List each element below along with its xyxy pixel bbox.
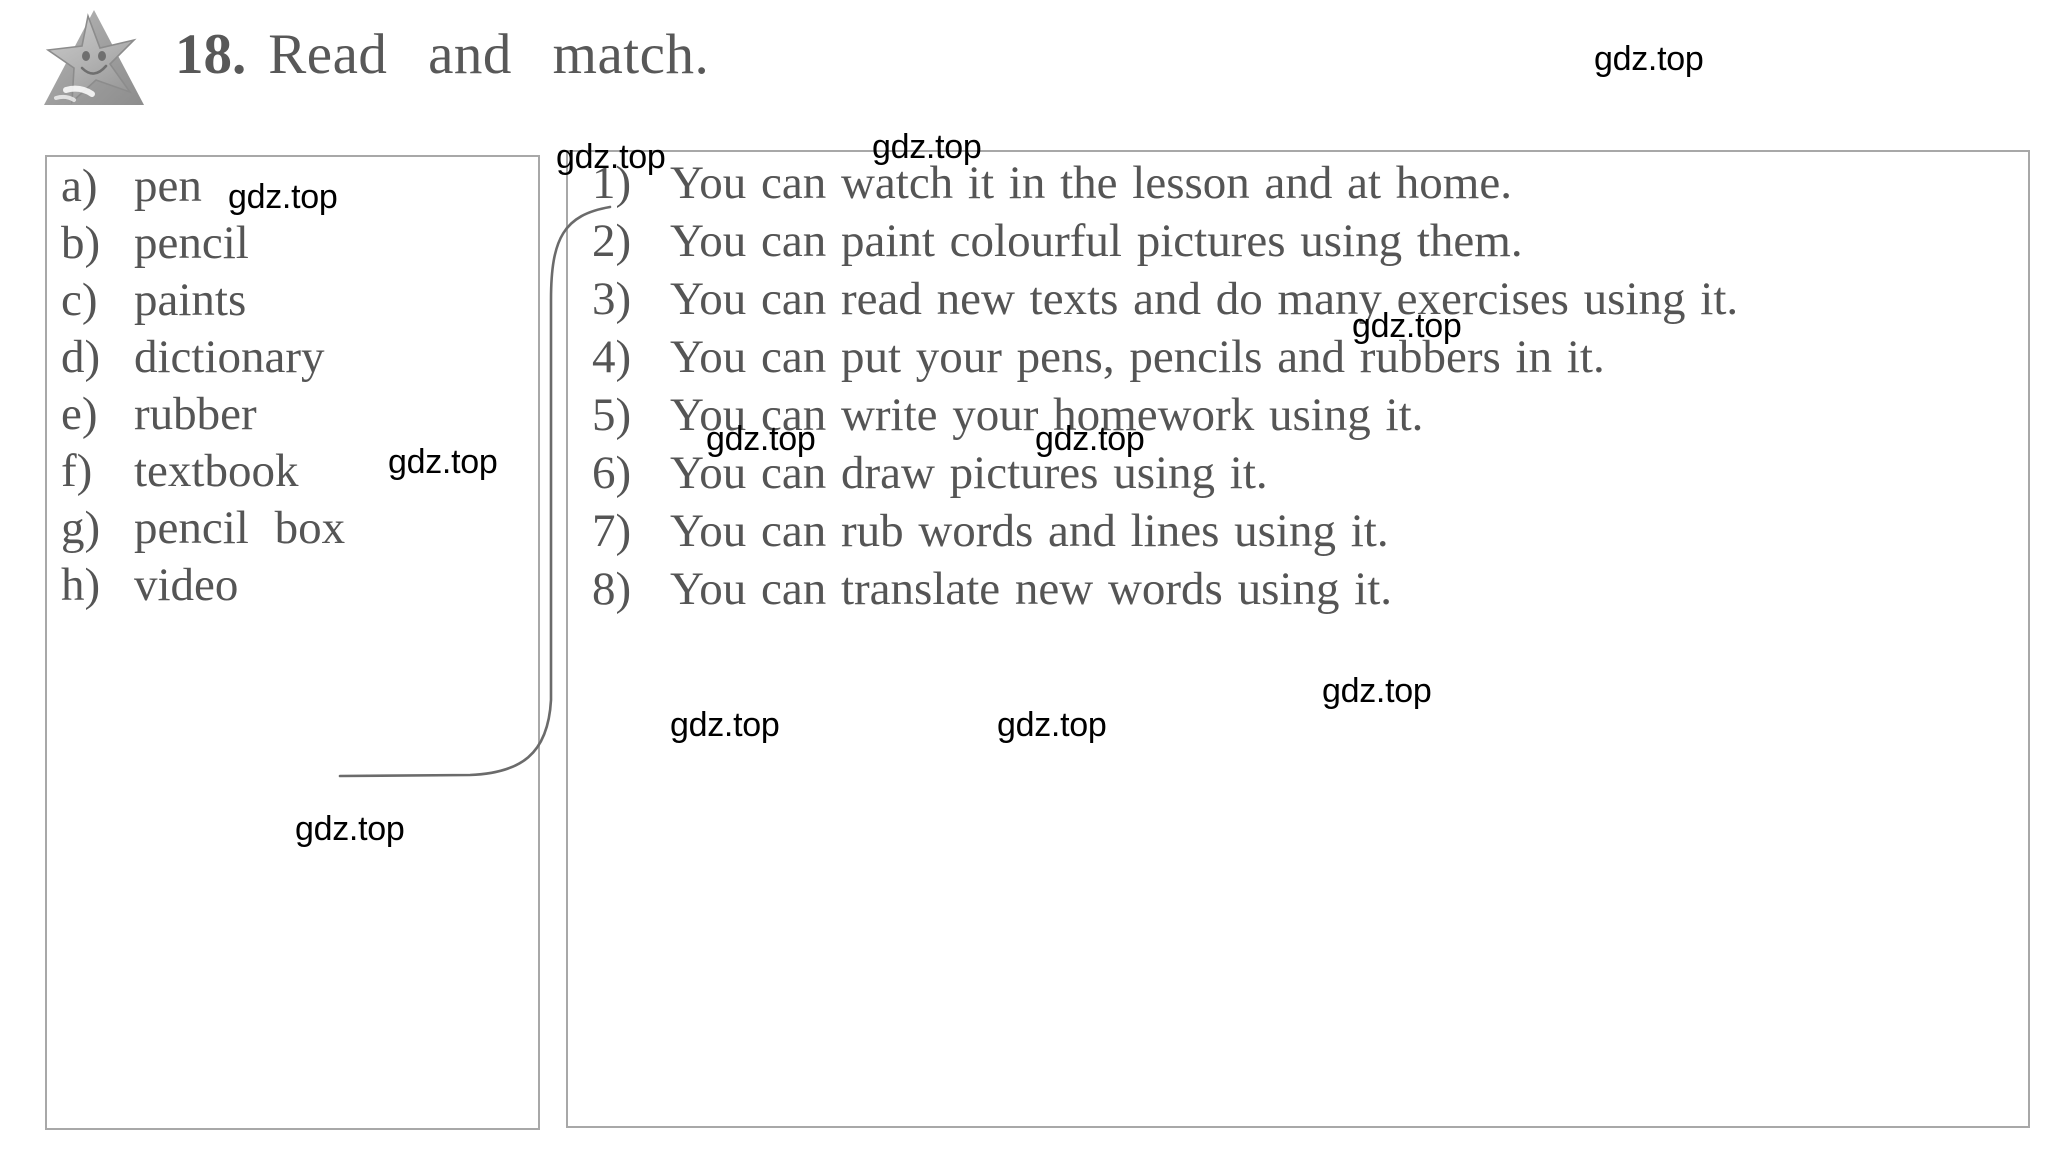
watermark: gdz.top	[1352, 307, 1462, 345]
watermark: gdz.top	[997, 706, 1107, 744]
list-item[interactable]: c) paints	[61, 272, 531, 329]
sentence-text: You can draw pictures using it.	[670, 447, 1268, 499]
sentence-text: You can paint colourful pictures using t…	[670, 215, 1523, 267]
option-marker: c)	[61, 274, 98, 326]
sentence-marker: 5)	[592, 389, 632, 441]
list-item[interactable]: b) pencil	[61, 215, 531, 272]
exercise-title: Read and match.	[268, 23, 710, 86]
sentence-marker: 7)	[592, 505, 632, 557]
list-item[interactable]: 2) You can paint colourful pictures usin…	[592, 212, 2022, 270]
list-item[interactable]: 7) You can rub words and lines using it.	[592, 502, 2022, 560]
list-item[interactable]: e) rubber	[61, 386, 531, 443]
option-marker: e)	[61, 388, 98, 440]
watermark: gdz.top	[556, 138, 666, 176]
sentence-text: You can translate new words using it.	[670, 563, 1393, 615]
option-marker: a)	[61, 160, 98, 212]
page-title: 18. Read and match.	[175, 24, 709, 86]
left-options-box: a) pen b) pencil c) paints d) dictionary…	[45, 155, 540, 1130]
list-item[interactable]: h) video	[61, 557, 531, 614]
watermark: gdz.top	[1035, 420, 1145, 458]
list-item[interactable]: 8) You can translate new words using it.	[592, 560, 2022, 618]
exercise-number: 18.	[175, 23, 247, 86]
star-face-icon	[44, 10, 144, 105]
exercise-header: 18. Read and match.	[0, 0, 2063, 150]
watermark: gdz.top	[1322, 672, 1432, 710]
left-options-list: a) pen b) pencil c) paints d) dictionary…	[61, 158, 531, 614]
option-marker: h)	[61, 559, 101, 611]
option-marker: d)	[61, 331, 101, 383]
sentence-marker: 6)	[592, 447, 632, 499]
watermark: gdz.top	[1594, 40, 1704, 78]
watermark: gdz.top	[295, 810, 405, 848]
list-item[interactable]: 1) You can watch it in the lesson and at…	[592, 154, 2022, 212]
option-label: textbook	[134, 445, 299, 497]
watermark: gdz.top	[872, 128, 982, 166]
watermark: gdz.top	[706, 420, 816, 458]
sentence-text: You can write your homework using it.	[670, 389, 1424, 441]
option-marker: b)	[61, 217, 101, 269]
option-label: pencil box	[134, 502, 346, 554]
option-label: pencil	[134, 217, 249, 269]
watermark: gdz.top	[388, 443, 498, 481]
sentence-marker: 8)	[592, 563, 632, 615]
option-label: dictionary	[134, 331, 325, 383]
list-item[interactable]: d) dictionary	[61, 329, 531, 386]
option-label: paints	[134, 274, 247, 326]
list-item[interactable]: 4) You can put your pens, pencils and ru…	[592, 328, 2022, 386]
option-label: pen	[134, 160, 202, 212]
watermark: gdz.top	[228, 178, 338, 216]
watermark: gdz.top	[670, 706, 780, 744]
right-sentences-list: 1) You can watch it in the lesson and at…	[592, 154, 2022, 618]
list-item[interactable]: 3) You can read new texts and do many ex…	[592, 270, 2022, 328]
sentence-text: You can rub words and lines using it.	[670, 505, 1389, 557]
sentence-text: You can put your pens, pencils and rubbe…	[670, 331, 1605, 383]
option-label: rubber	[134, 388, 257, 440]
sentence-marker: 3)	[592, 273, 632, 325]
sentence-marker: 2)	[592, 215, 632, 267]
option-label: video	[134, 559, 239, 611]
sentence-text: You can read new texts and do many exerc…	[670, 273, 1739, 325]
option-marker: g)	[61, 502, 101, 554]
sentence-marker: 4)	[592, 331, 632, 383]
list-item[interactable]: g) pencil box	[61, 500, 531, 557]
option-marker: f)	[61, 445, 93, 497]
right-sentences-box: 1) You can watch it in the lesson and at…	[566, 150, 2030, 1128]
